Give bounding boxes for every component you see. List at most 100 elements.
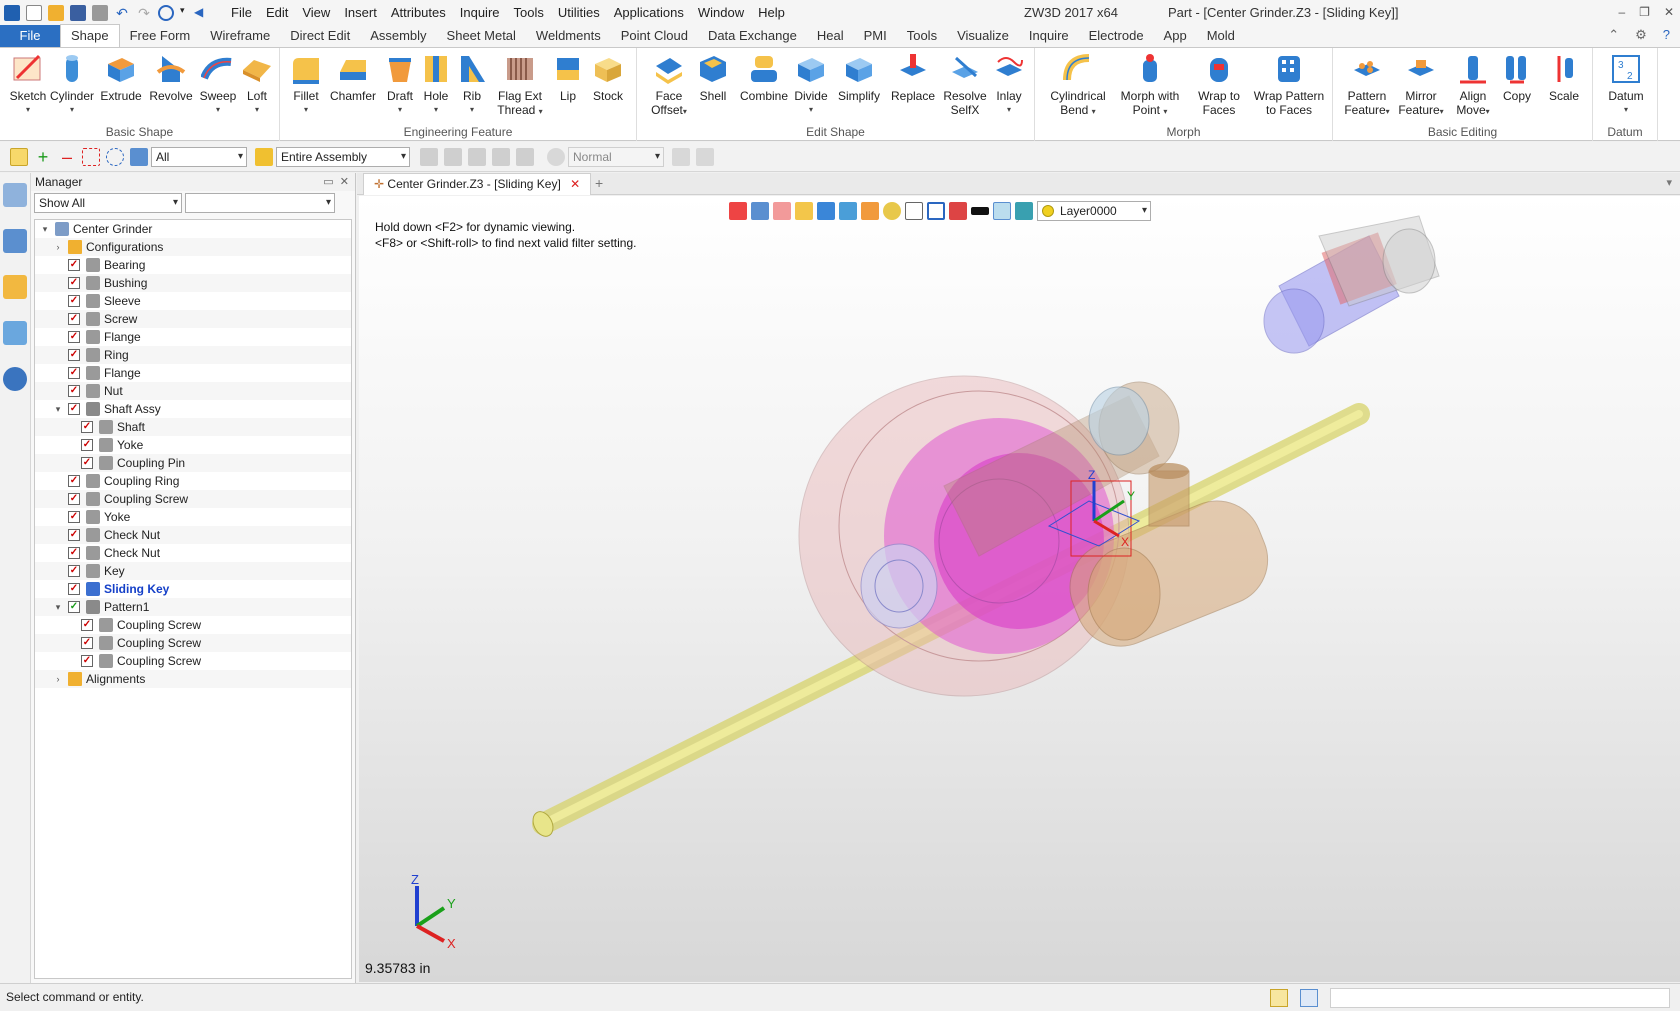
tab-heal[interactable]: Heal bbox=[807, 25, 854, 47]
panel-close-icon[interactable]: ✕ bbox=[340, 176, 349, 188]
tree-row[interactable]: ✓ Ring bbox=[35, 346, 351, 364]
morph-with-point-button[interactable]: Morph with Point ▾ bbox=[1117, 52, 1183, 119]
qa-dropdown-icon[interactable]: ▾ bbox=[180, 5, 188, 21]
menu-window[interactable]: Window bbox=[691, 0, 751, 25]
tab-weldments[interactable]: Weldments bbox=[526, 25, 611, 47]
tab-inquire[interactable]: Inquire bbox=[1019, 25, 1079, 47]
visibility-checkbox[interactable]: ✓ bbox=[68, 385, 80, 397]
remove-icon[interactable]: – bbox=[58, 148, 76, 166]
box-select-icon[interactable] bbox=[82, 147, 100, 166]
back-arrow-icon[interactable]: ◀ bbox=[194, 5, 210, 21]
tab-data-exchange[interactable]: Data Exchange bbox=[698, 25, 807, 47]
simplify-button[interactable]: Simplify bbox=[835, 52, 883, 103]
collapse-chevron-icon[interactable]: ▾ bbox=[52, 598, 64, 616]
tab-list-icon[interactable]: ▾ bbox=[1666, 176, 1672, 189]
menu-help[interactable]: Help bbox=[751, 0, 792, 25]
filter-select[interactable]: All bbox=[151, 146, 247, 167]
assembly-tree-icon[interactable] bbox=[3, 229, 27, 253]
flag-ext-thread-button[interactable]: Flag Ext Thread ▾ bbox=[492, 52, 548, 119]
menu-utilities[interactable]: Utilities bbox=[551, 0, 607, 25]
menu-edit[interactable]: Edit bbox=[259, 0, 295, 25]
tree-row[interactable]: ✓ Check Nut bbox=[35, 526, 351, 544]
visibility-checkbox[interactable]: ✓ bbox=[68, 277, 80, 289]
open-folder-icon[interactable] bbox=[48, 4, 64, 21]
visibility-checkbox[interactable]: ✓ bbox=[68, 367, 80, 379]
visibility-checkbox[interactable]: ✓ bbox=[68, 493, 80, 505]
print-icon[interactable] bbox=[92, 4, 108, 21]
collapse-ribbon-icon[interactable]: ⌃ bbox=[1608, 27, 1619, 43]
menu-view[interactable]: View bbox=[295, 0, 337, 25]
visibility-checkbox[interactable]: ✓ bbox=[68, 565, 80, 577]
user-icon[interactable] bbox=[3, 367, 27, 391]
stock-button[interactable]: Stock bbox=[586, 52, 630, 103]
status-input-box[interactable] bbox=[1330, 988, 1670, 1008]
visibility-checkbox[interactable]: ✓ bbox=[68, 511, 80, 523]
tree-row[interactable]: ✓ Check Nut bbox=[35, 544, 351, 562]
add-icon[interactable]: + bbox=[34, 148, 52, 166]
minimize-icon[interactable]: – bbox=[1618, 0, 1625, 25]
tree-row[interactable]: ✓ Sliding Key bbox=[35, 580, 351, 598]
visibility-checkbox[interactable]: ✓ bbox=[68, 313, 80, 325]
tree-row[interactable]: › Configurations bbox=[35, 238, 351, 256]
revolve-button[interactable]: Revolve bbox=[148, 52, 194, 103]
tree-row[interactable]: ✓ Coupling Screw bbox=[35, 652, 351, 670]
extrude-button[interactable]: Extrude bbox=[98, 52, 144, 103]
tab-electrode[interactable]: Electrode bbox=[1079, 25, 1154, 47]
visibility-checkbox[interactable]: ✓ bbox=[81, 457, 93, 469]
align-move-button[interactable]: Align Move▾ bbox=[1451, 52, 1495, 119]
tree-row[interactable]: ✓ Sleeve bbox=[35, 292, 351, 310]
doc-close-icon[interactable]: ✕ bbox=[570, 177, 580, 191]
menu-tools[interactable]: Tools bbox=[507, 0, 551, 25]
show-filter-select[interactable]: Show All bbox=[34, 193, 182, 213]
draft-button[interactable]: Draft ▾ bbox=[380, 52, 420, 117]
tree-row[interactable]: ✓ Shaft bbox=[35, 418, 351, 436]
scale-button[interactable]: Scale bbox=[1543, 52, 1585, 103]
app-logo-icon[interactable] bbox=[4, 4, 20, 21]
regen-icon[interactable] bbox=[158, 4, 174, 21]
history-icon[interactable] bbox=[3, 183, 27, 207]
copy-button[interactable]: Copy bbox=[1497, 52, 1537, 103]
tab-file[interactable]: File bbox=[0, 25, 60, 47]
wrap-to-faces-button[interactable]: Wrap to Faces bbox=[1195, 52, 1243, 117]
visibility-checkbox[interactable]: ✓ bbox=[81, 619, 93, 631]
sketch-button[interactable]: Sketch ▾ bbox=[6, 52, 50, 117]
tree-row[interactable]: ✓ Bushing bbox=[35, 274, 351, 292]
save-icon[interactable] bbox=[70, 4, 86, 21]
lip-button[interactable]: Lip bbox=[548, 52, 588, 103]
status-layout-icon[interactable] bbox=[1270, 989, 1288, 1007]
pick-arrow-icon[interactable] bbox=[10, 147, 28, 166]
graphics-viewport[interactable]: Layer0000 Hold down <F2> for dynamic vie… bbox=[359, 196, 1680, 982]
assembly-scope-icon[interactable] bbox=[255, 147, 273, 166]
redo-icon[interactable]: ↷ bbox=[136, 5, 152, 21]
visibility-checkbox[interactable]: ✓ bbox=[81, 439, 93, 451]
collapse-chevron-icon[interactable]: ▾ bbox=[39, 220, 51, 238]
tab-mold[interactable]: Mold bbox=[1197, 25, 1245, 47]
tree-row[interactable]: ✓ Key bbox=[35, 562, 351, 580]
expand-chevron-icon[interactable]: › bbox=[52, 670, 64, 688]
tool-d-icon[interactable] bbox=[492, 147, 510, 166]
gear-disabled-icon[interactable] bbox=[547, 147, 565, 166]
tree-row[interactable]: ▾ Center Grinder bbox=[35, 220, 351, 238]
tool-a-icon[interactable] bbox=[420, 147, 438, 166]
tab-tools[interactable]: Tools bbox=[897, 25, 947, 47]
new-file-icon[interactable] bbox=[26, 4, 42, 21]
tab-shape[interactable]: Shape bbox=[60, 24, 120, 47]
visibility-checkbox[interactable]: ✓ bbox=[68, 601, 80, 613]
tab-direct-edit[interactable]: Direct Edit bbox=[280, 25, 360, 47]
visibility-checkbox[interactable]: ✓ bbox=[81, 637, 93, 649]
mirror-feature-button[interactable]: Mirror Feature▾ bbox=[1395, 52, 1447, 119]
document-tab[interactable]: ✛ Center Grinder.Z3 - [Sliding Key] ✕ bbox=[363, 173, 592, 195]
tab-free-form[interactable]: Free Form bbox=[120, 25, 201, 47]
status-list-icon[interactable] bbox=[1300, 989, 1318, 1007]
tree-row[interactable]: ✓ Coupling Pin bbox=[35, 454, 351, 472]
tree-row[interactable]: ▾ ✓ Shaft Assy bbox=[35, 400, 351, 418]
tab-assembly[interactable]: Assembly bbox=[360, 25, 436, 47]
collapse-chevron-icon[interactable]: ▾ bbox=[52, 400, 64, 418]
lasso-icon[interactable] bbox=[106, 147, 124, 166]
tree-row[interactable]: ✓ Coupling Screw bbox=[35, 634, 351, 652]
menu-inquire[interactable]: Inquire bbox=[453, 0, 507, 25]
menu-applications[interactable]: Applications bbox=[607, 0, 691, 25]
settings-gear-icon[interactable]: ⚙ bbox=[1635, 27, 1647, 43]
tool-b-icon[interactable] bbox=[444, 147, 462, 166]
shell-button[interactable]: Shell bbox=[693, 52, 733, 103]
